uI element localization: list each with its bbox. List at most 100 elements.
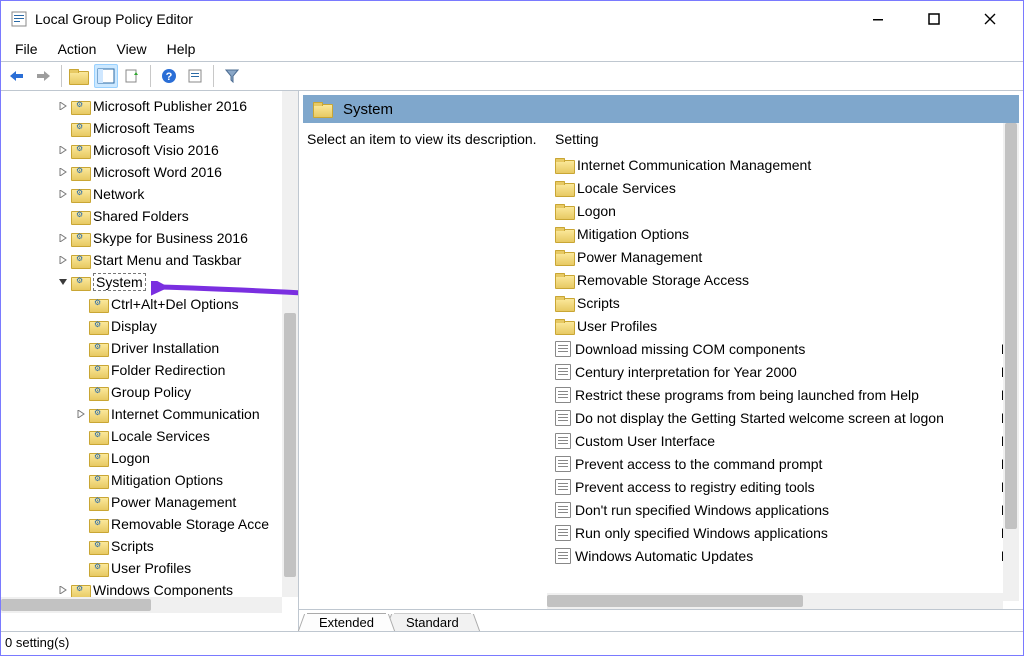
toolbar: ? (1, 61, 1023, 91)
setting-label: Download missing COM components (575, 341, 805, 357)
close-button[interactable] (971, 4, 1009, 34)
tree-item[interactable]: Shared Folders (1, 205, 298, 227)
chevron-right-icon[interactable] (55, 252, 71, 268)
tree-item[interactable]: User Profiles (1, 557, 298, 579)
chevron-right-icon[interactable] (55, 230, 71, 246)
tree-item[interactable]: Microsoft Visio 2016 (1, 139, 298, 161)
show-tree-button[interactable] (94, 64, 118, 88)
setting-item[interactable]: Removable Storage Access (555, 268, 1015, 291)
tree-item[interactable]: Start Menu and Taskbar (1, 249, 298, 271)
folder-icon (89, 363, 107, 377)
tree-item[interactable]: Logon (1, 447, 298, 469)
details-horizontal-scrollbar[interactable] (547, 593, 1003, 609)
expander-spacer (73, 516, 89, 532)
setting-item[interactable]: Run only specified Windows applicationsN (555, 521, 1015, 544)
tree-item[interactable]: Mitigation Options (1, 469, 298, 491)
folder-icon (89, 297, 107, 311)
setting-item[interactable]: Download missing COM componentsN (555, 337, 1015, 360)
chevron-down-icon[interactable] (55, 274, 71, 290)
folder-icon (71, 143, 89, 157)
tree-item[interactable]: Display (1, 315, 298, 337)
setting-label: Internet Communication Management (577, 157, 811, 173)
setting-item[interactable]: Restrict these programs from being launc… (555, 383, 1015, 406)
setting-item[interactable]: Do not display the Getting Started welco… (555, 406, 1015, 429)
tree-item[interactable]: Ctrl+Alt+Del Options (1, 293, 298, 315)
tree-item[interactable]: Microsoft Word 2016 (1, 161, 298, 183)
folder-icon (71, 253, 89, 267)
setting-item[interactable]: Prevent access to registry editing tools… (555, 475, 1015, 498)
chevron-right-icon[interactable] (55, 142, 71, 158)
setting-item[interactable]: Century interpretation for Year 2000N (555, 360, 1015, 383)
tree-item[interactable]: System (1, 271, 298, 293)
setting-label: Windows Automatic Updates (575, 548, 753, 564)
menu-action[interactable]: Action (48, 39, 107, 59)
tree-item-label: Display (111, 318, 157, 334)
tree-item[interactable]: Driver Installation (1, 337, 298, 359)
export-button[interactable] (120, 64, 144, 88)
filter-button[interactable] (220, 64, 244, 88)
column-header-setting[interactable]: Setting (555, 131, 1015, 147)
tree-item-label: Mitigation Options (111, 472, 223, 488)
forward-button[interactable] (31, 64, 55, 88)
folder-icon (71, 99, 89, 113)
tree-item[interactable]: Power Management (1, 491, 298, 513)
tree-item[interactable]: Microsoft Publisher 2016 (1, 95, 298, 117)
chevron-right-icon[interactable] (55, 186, 71, 202)
details-pane: System Select an item to view its descri… (299, 91, 1023, 631)
tree-item[interactable]: Internet Communication (1, 403, 298, 425)
minimize-button[interactable] (859, 4, 897, 34)
tree-item[interactable]: Group Policy (1, 381, 298, 403)
setting-item[interactable]: Windows Automatic UpdatesN (555, 544, 1015, 567)
back-button[interactable] (5, 64, 29, 88)
folder-icon (89, 319, 107, 333)
setting-item[interactable]: Don't run specified Windows applications… (555, 498, 1015, 521)
description-column: Select an item to view its description. (307, 131, 547, 585)
setting-item[interactable]: Power Management (555, 245, 1015, 268)
chevron-right-icon[interactable] (55, 164, 71, 180)
window-title: Local Group Policy Editor (35, 11, 859, 27)
setting-item[interactable]: Prevent access to the command promptN (555, 452, 1015, 475)
maximize-button[interactable] (915, 4, 953, 34)
help-button[interactable]: ? (157, 64, 181, 88)
tree-item[interactable]: Windows Components (1, 579, 298, 597)
tree-item[interactable]: Network (1, 183, 298, 205)
expander-spacer (73, 384, 89, 400)
policy-icon (555, 364, 571, 380)
properties-button[interactable] (183, 64, 207, 88)
tree-item[interactable]: Microsoft Teams (1, 117, 298, 139)
setting-item[interactable]: Internet Communication Management (555, 153, 1015, 176)
details-vertical-scrollbar[interactable] (1003, 123, 1019, 601)
menu-view[interactable]: View (106, 39, 156, 59)
setting-item[interactable]: Scripts (555, 291, 1015, 314)
menu-file[interactable]: File (5, 39, 48, 59)
tree-item-label: Microsoft Publisher 2016 (93, 98, 247, 114)
tree-item-label: Folder Redirection (111, 362, 225, 378)
tree-item-label: System (93, 273, 146, 291)
tree-item[interactable]: Skype for Business 2016 (1, 227, 298, 249)
policy-icon (555, 341, 571, 357)
setting-item[interactable]: Custom User InterfaceN (555, 429, 1015, 452)
setting-item[interactable]: User Profiles (555, 314, 1015, 337)
menu-help[interactable]: Help (157, 39, 206, 59)
tab-extended[interactable]: Extended (307, 613, 386, 631)
expander-spacer (73, 494, 89, 510)
up-button[interactable] (68, 64, 92, 88)
chevron-right-icon[interactable] (73, 406, 89, 422)
tree-item[interactable]: Locale Services (1, 425, 298, 447)
tree-item[interactable]: Removable Storage Acce (1, 513, 298, 535)
tree-item-label: Driver Installation (111, 340, 219, 356)
tree-pane: Microsoft Publisher 2016Microsoft TeamsM… (1, 91, 299, 631)
details-header: System (343, 101, 393, 118)
setting-item[interactable]: Logon (555, 199, 1015, 222)
tree-item[interactable]: Folder Redirection (1, 359, 298, 381)
tree-item-label: Group Policy (111, 384, 191, 400)
setting-item[interactable]: Locale Services (555, 176, 1015, 199)
folder-icon (89, 517, 107, 531)
tab-standard[interactable]: Standard (394, 613, 471, 631)
setting-item[interactable]: Mitigation Options (555, 222, 1015, 245)
chevron-right-icon[interactable] (55, 582, 71, 597)
tree-item[interactable]: Scripts (1, 535, 298, 557)
tree-horizontal-scrollbar[interactable] (1, 597, 282, 613)
chevron-right-icon[interactable] (55, 98, 71, 114)
tree-vertical-scrollbar[interactable] (282, 91, 298, 597)
